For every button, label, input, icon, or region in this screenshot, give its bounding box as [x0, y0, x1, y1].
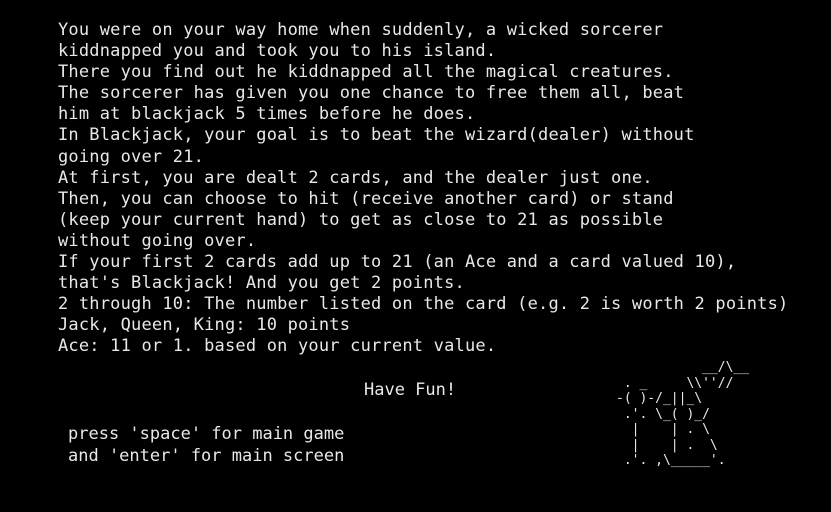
intro-line: kiddnapped you and took you to his islan…	[58, 41, 497, 62]
intro-line: The sorcerer has given you one chance to…	[58, 83, 685, 104]
story-and-rules-text: You were on your way home when suddenly,…	[58, 20, 788, 358]
card-values-line: Ace: 11 or 1. based on your current valu…	[58, 336, 497, 357]
wizard-ascii-art: __/\__ . _ \\''// -( )-/_||_\ .'. \_( )_…	[616, 360, 750, 468]
intro-line: You were on your way home when suddenly,…	[58, 20, 664, 40]
space-key-hint: press 'space' for main game	[68, 424, 345, 444]
card-values-line: Jack, Queen, King: 10 points	[58, 315, 351, 336]
have-fun-text: Have Fun!	[364, 380, 457, 400]
rules-line: without going over.	[58, 230, 257, 251]
rules-line: If your first 2 cards add up to 21 (an A…	[58, 252, 737, 273]
controls-hint: press 'space' for main game and 'enter' …	[68, 424, 344, 467]
rules-line: In Blackjack, your goal is to beat the w…	[58, 125, 695, 146]
rules-line: going over 21.	[58, 146, 205, 167]
rules-line: Then, you can choose to hit (receive ano…	[58, 188, 674, 209]
card-values-line: 2 through 10: The number listed on the c…	[58, 294, 789, 315]
rules-line: At first, you are dealt 2 cards, and the…	[58, 167, 653, 188]
rules-line: (keep your current hand) to get as close…	[58, 209, 664, 230]
game-screen: You were on your way home when suddenly,…	[0, 0, 831, 512]
intro-line: There you find out he kiddnapped all the…	[58, 62, 674, 83]
intro-line: him at blackjack 5 times before he does.	[58, 104, 476, 125]
enter-key-hint: and 'enter' for main screen	[68, 445, 345, 466]
rules-line: that's Blackjack! And you get 2 points.	[58, 273, 465, 294]
